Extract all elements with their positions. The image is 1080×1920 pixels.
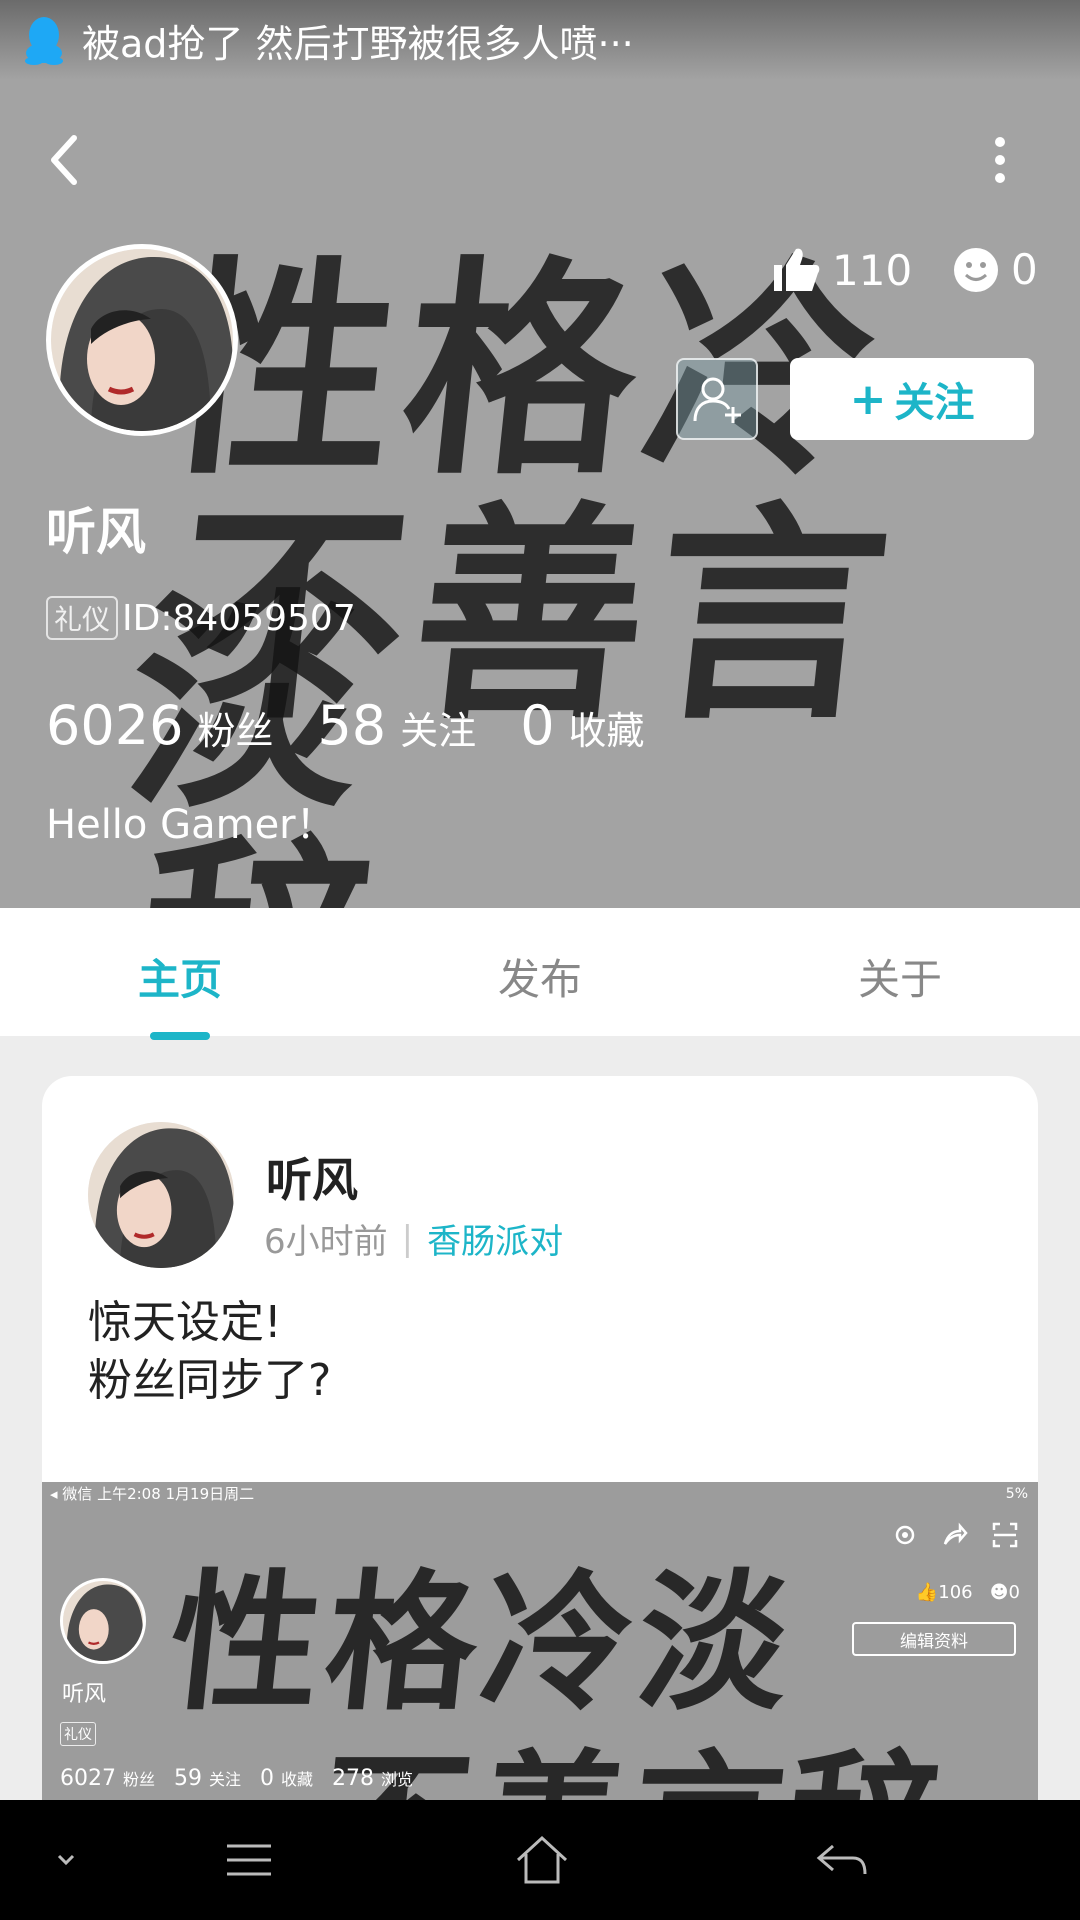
post-author-name[interactable]: 听风 bbox=[266, 1144, 358, 1210]
chevron-down-icon bbox=[57, 1854, 75, 1866]
followers-label[interactable]: 粉丝 bbox=[197, 700, 273, 755]
plus-icon: + bbox=[849, 373, 887, 425]
profile-header: 性格冷淡 不善言辞 被ad抢了 然后打野被很多人喷··· 110 0 + 关注 … bbox=[0, 0, 1080, 908]
qq-icon bbox=[24, 15, 64, 65]
nav-back-button[interactable] bbox=[806, 1824, 878, 1896]
likes-count: 110 bbox=[832, 245, 913, 295]
profile-tabs: 主页 发布 关于 bbox=[0, 908, 1080, 1040]
following-label[interactable]: 关注 bbox=[400, 700, 476, 755]
post-image-name: 听风 bbox=[62, 1682, 107, 1707]
system-nav-bar bbox=[0, 1800, 1080, 1920]
emoji-stat[interactable]: 0 bbox=[953, 245, 1038, 294]
post-image-battery: 5% bbox=[1005, 1486, 1028, 1502]
home-icon bbox=[516, 1835, 568, 1884]
thumbs-up-icon: 👍 bbox=[915, 1582, 939, 1603]
nav-home-button[interactable] bbox=[506, 1824, 578, 1896]
post-topic[interactable]: 香肠派对 bbox=[427, 1214, 563, 1263]
gear-icon bbox=[895, 1525, 915, 1545]
post-time: 6小时前 bbox=[264, 1222, 388, 1262]
back-icon bbox=[816, 1844, 867, 1875]
favorites-label[interactable]: 收藏 bbox=[569, 700, 645, 755]
post-image-counts: 6027 粉丝 59 关注 0 收藏 278 浏览 bbox=[60, 1766, 414, 1791]
smile-icon bbox=[954, 247, 998, 292]
profile-counts: 6026 粉丝 58 关注 0 收藏 bbox=[46, 694, 689, 757]
user-id: ID:84059507 bbox=[122, 597, 356, 639]
profile-screen: 性格冷淡 不善言辞 被ad抢了 然后打野被很多人喷··· 110 0 + 关注 … bbox=[0, 0, 1080, 1920]
add-friend-icon bbox=[693, 377, 741, 423]
tab-posts[interactable]: 发布 bbox=[498, 946, 582, 1007]
notification-bar[interactable]: 被ad抢了 然后打野被很多人喷··· bbox=[0, 0, 1080, 80]
bio: Hello Gamer！ bbox=[46, 802, 336, 848]
post-image-avatar bbox=[60, 1578, 146, 1664]
post-image-badge: 礼仪 bbox=[60, 1722, 96, 1746]
follow-label: 关注 bbox=[894, 380, 975, 426]
share-icon bbox=[943, 1522, 968, 1545]
id-row: 礼仪 ID:84059507 bbox=[46, 596, 356, 640]
thumbs-up-icon bbox=[774, 248, 820, 291]
active-tab-indicator bbox=[150, 1032, 210, 1040]
add-friend-button[interactable] bbox=[676, 358, 758, 440]
emoji-count: 0 bbox=[1011, 245, 1038, 294]
more-button[interactable] bbox=[980, 130, 1020, 190]
post-meta: 6小时前 | 香肠派对 bbox=[264, 1214, 563, 1263]
post-image-stats: 👍106 ☻0 bbox=[916, 1582, 1020, 1603]
followers-count[interactable]: 6026 bbox=[46, 694, 183, 757]
likes-stat[interactable]: 110 bbox=[772, 245, 912, 295]
post-card[interactable]: 听风 6小时前 | 香肠派对 惊天设定! 粉丝同步了? 性格冷淡 不善言辞 ◂ … bbox=[42, 1076, 1038, 1920]
post-line-1: 惊天设定! bbox=[88, 1297, 282, 1348]
post-image-emoji: 0 bbox=[1008, 1582, 1020, 1603]
post-image-toolbar bbox=[892, 1522, 1018, 1548]
back-button[interactable] bbox=[46, 130, 86, 190]
etiquette-badge[interactable]: 礼仪 bbox=[46, 596, 119, 640]
nav-collapse-button[interactable] bbox=[30, 1824, 102, 1896]
username: 听风 bbox=[46, 503, 146, 561]
notification-text: 被ad抢了 然后打野被很多人喷··· bbox=[82, 21, 634, 66]
post-author-avatar[interactable] bbox=[88, 1122, 234, 1268]
tab-home[interactable]: 主页 bbox=[138, 946, 222, 1007]
post-line-2: 粉丝同步了? bbox=[88, 1355, 332, 1406]
avatar[interactable] bbox=[46, 244, 238, 436]
menu-icon bbox=[227, 1844, 271, 1876]
following-count[interactable]: 58 bbox=[317, 694, 386, 757]
back-arrow-icon bbox=[51, 135, 77, 185]
favorites-count[interactable]: 0 bbox=[520, 694, 554, 757]
scan-icon bbox=[992, 1522, 1018, 1548]
post-text: 惊天设定! 粉丝同步了? bbox=[88, 1294, 331, 1410]
follow-button[interactable]: + 关注 bbox=[790, 358, 1034, 440]
more-vertical-icon bbox=[995, 137, 1005, 183]
post-image-edit-button: 编辑资料 bbox=[852, 1622, 1016, 1656]
post-image-likes: 106 bbox=[938, 1582, 973, 1603]
smile-icon: ☻ bbox=[989, 1582, 1009, 1603]
meta-separator: | bbox=[401, 1218, 414, 1259]
tab-about[interactable]: 关于 bbox=[858, 946, 942, 1007]
nav-menu-button[interactable] bbox=[213, 1824, 285, 1896]
post-image-status-bar: ◂ 微信 上午2:08 1月19日周二 bbox=[50, 1485, 255, 1503]
